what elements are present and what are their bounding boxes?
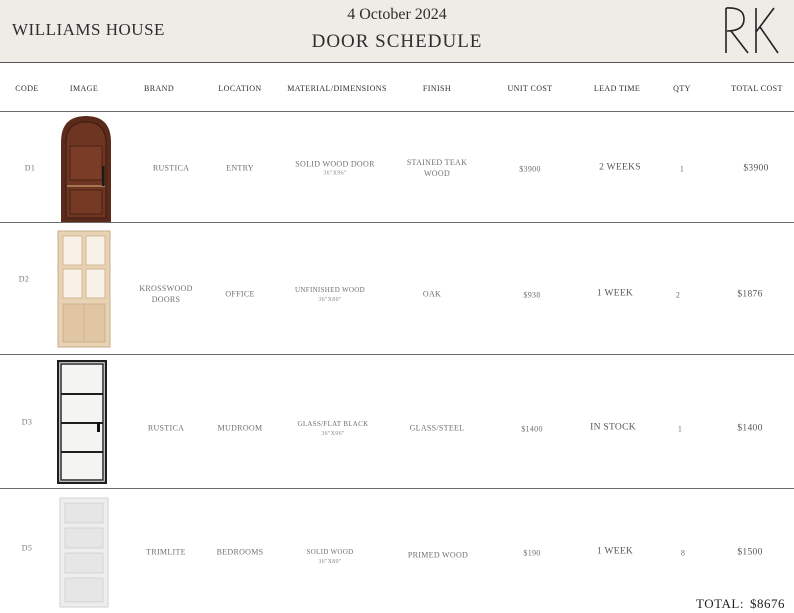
col-unit-cost: UNIT COST	[507, 84, 553, 93]
col-qty: QTY	[673, 84, 691, 93]
total-value: $8676	[749, 596, 785, 611]
row-dimensions: 36"X80"	[318, 559, 342, 565]
arched-wood-door-image	[61, 116, 111, 222]
col-brand: BRAND	[143, 84, 175, 93]
row-brand: RUSTICA	[152, 163, 190, 173]
row-qty: 8	[680, 548, 686, 558]
row-finish: STAINED TEAK WOOD	[406, 158, 468, 178]
col-lead-time: LEAD TIME	[593, 84, 641, 93]
rk-logo-icon	[725, 7, 779, 54]
grand-total: TOTAL: $8676	[696, 596, 785, 612]
page-header: WILLIAMS HOUSE 4 October 2024 DOOR SCHED…	[0, 0, 794, 63]
row-dimensions: 36"X96"	[323, 170, 347, 177]
row-brand: KROSSWOOD DOORS	[139, 284, 193, 304]
row-lead-time: 1 WEEK	[596, 546, 634, 557]
row-unit-cost: $938	[523, 290, 541, 300]
row-divider	[0, 488, 794, 489]
row-qty: 2	[675, 290, 681, 300]
row-brand: RUSTICA	[147, 423, 185, 433]
row-material-name: GLASS/FLAT BLACK	[297, 420, 369, 428]
row-total-cost: $1400	[737, 423, 763, 434]
row-divider	[0, 222, 794, 223]
row-material-name: UNFINISHED WOOD	[295, 286, 365, 294]
row-material-name: SOLID WOOD DOOR	[295, 159, 375, 169]
row-material: SOLID WOOD DOOR 36"X96"	[295, 159, 374, 178]
row-finish: PRIMED WOOD	[407, 550, 469, 560]
row-material: UNFINISHED WOOD 36"X80"	[295, 284, 365, 304]
total-label: TOTAL:	[696, 596, 744, 611]
row-dimensions: 36"X80"	[318, 297, 342, 303]
row-total-cost: $3900	[743, 163, 769, 174]
col-total-cost: TOTAL COST	[731, 84, 783, 93]
row-divider	[0, 354, 794, 355]
white-shaker-door-image	[59, 497, 109, 608]
row-unit-cost: $3900	[519, 164, 541, 174]
row-location: MUDROOM	[217, 423, 263, 433]
glass-panel-wood-door-image	[57, 230, 111, 348]
col-image: IMAGE	[69, 84, 99, 93]
row-lead-time: 1 WEEK	[596, 288, 634, 299]
col-finish: FINISH	[422, 84, 452, 93]
col-code: CODE	[15, 84, 39, 93]
row-code: D2	[18, 274, 30, 284]
row-brand: TRIMLITE	[146, 547, 186, 557]
col-location: LOCATION	[218, 84, 262, 93]
row-divider	[0, 111, 794, 112]
row-dimensions: 36"X96"	[321, 431, 345, 437]
row-lead-time: 2 WEEKS	[599, 162, 641, 173]
row-material-name: SOLID WOOD	[306, 548, 354, 556]
row-location: OFFICE	[225, 289, 255, 299]
col-material: MATERIAL/DIMENSIONS	[287, 84, 387, 93]
page-title: DOOR SCHEDULE	[311, 31, 483, 52]
row-qty: 1	[679, 164, 685, 174]
row-total-cost: $1876	[737, 289, 763, 300]
row-location: BEDROOMS	[216, 547, 264, 557]
row-code: D5	[21, 543, 33, 553]
row-code: D3	[21, 417, 33, 427]
row-total-cost: $1500	[737, 547, 763, 558]
row-finish: GLASS/STEEL	[409, 423, 465, 433]
row-lead-time: IN STOCK	[590, 422, 636, 433]
row-location: ENTRY	[226, 163, 254, 173]
row-finish: OAK	[422, 289, 442, 299]
row-code: D1	[24, 163, 36, 173]
row-material: SOLID WOOD 36"X80"	[306, 546, 353, 566]
row-unit-cost: $1400	[521, 424, 543, 434]
row-qty: 1	[677, 424, 683, 434]
row-unit-cost: $190	[523, 548, 541, 558]
row-material: GLASS/FLAT BLACK 36"X96"	[298, 418, 369, 438]
schedule-date: 4 October 2024	[347, 6, 447, 23]
steel-glass-door-image	[57, 360, 107, 484]
